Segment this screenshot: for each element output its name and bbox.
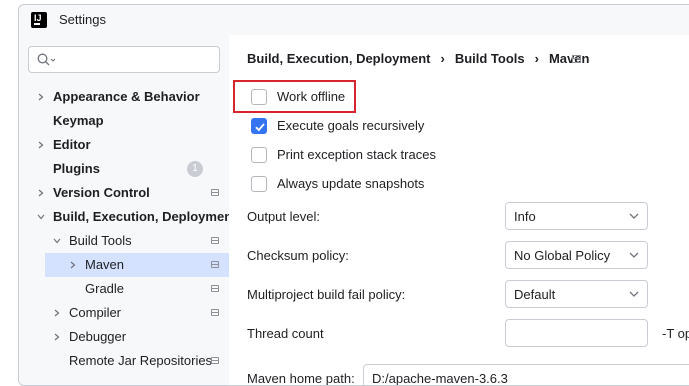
chevron-right-icon[interactable] [53, 333, 61, 341]
tree-item-keymap[interactable]: Keymap [19, 109, 229, 133]
project-level-icon [211, 309, 219, 316]
tree-item-remote-jar-repositories[interactable]: Remote Jar Repositories [19, 349, 229, 373]
tree-item-gradle[interactable]: Gradle [19, 277, 229, 301]
chevron-right-icon[interactable] [37, 93, 45, 101]
thread-count-label: Thread count [247, 326, 324, 341]
output-level-label: Output level: [247, 209, 320, 224]
checkbox-box[interactable] [251, 147, 267, 163]
tree-item-compiler[interactable]: Compiler [19, 301, 229, 325]
maven-settings-panel: Build, Execution, Deployment › Build Tools… [229, 35, 689, 385]
settings-window: IJ Settings Appearance & Behavior Keymap E… [18, 4, 689, 386]
maven-home-path-value: D:/apache-maven-3.6.3 [372, 371, 508, 386]
tree-item-label: Build, Execution, Deployment [53, 209, 237, 224]
checkbox-box[interactable] [251, 89, 267, 105]
project-level-icon [211, 261, 219, 268]
window-title: Settings [59, 12, 106, 27]
tree-item-appearance-behavior[interactable]: Appearance & Behavior [19, 85, 229, 109]
project-level-icon [572, 55, 581, 63]
tree-item-label: Appearance & Behavior [53, 89, 200, 104]
tree-item-label: Editor [53, 137, 91, 152]
search-icon [37, 53, 56, 66]
thread-count-input[interactable] [505, 319, 648, 347]
app-icon: IJ [31, 12, 47, 28]
checkbox-label: Execute goals recursively [277, 118, 425, 133]
project-level-icon [211, 357, 219, 364]
thread-count-hint: -T op [662, 326, 689, 341]
breadcrumb-item[interactable]: Build, Execution, Deployment [247, 51, 430, 66]
tree-item-plugins[interactable]: Plugins 1 [19, 157, 229, 181]
chevron-down-icon[interactable] [53, 237, 61, 245]
chevron-down-icon[interactable] [37, 213, 45, 221]
tree-item-label: Keymap [53, 113, 104, 128]
chevron-right-icon[interactable] [37, 189, 45, 197]
tree-item-label: Compiler [69, 305, 122, 320]
breadcrumb: Build, Execution, Deployment › Build Tools… [247, 51, 589, 66]
tree-item-label: Maven [85, 257, 125, 272]
tree-item-label: Build Tools [69, 233, 132, 248]
breadcrumb-separator: › [534, 51, 539, 66]
checkbox-box[interactable] [251, 176, 267, 192]
tree-item-label: Debugger [69, 329, 127, 344]
chevron-right-icon[interactable] [69, 261, 77, 269]
checksum-policy-dropdown[interactable]: No Global Policy [505, 241, 648, 269]
update-count-badge: 1 [187, 161, 203, 177]
checkbox-label: Print exception stack traces [277, 147, 436, 162]
chevron-down-icon [629, 291, 639, 297]
settings-search-input[interactable] [28, 46, 220, 73]
chevron-down-icon [629, 213, 639, 219]
dropdown-value: No Global Policy [514, 248, 611, 263]
maven-home-path-label: Maven home path: [247, 371, 355, 386]
tree-item-editor[interactable]: Editor [19, 133, 229, 157]
chevron-right-icon[interactable] [37, 141, 45, 149]
checkbox-label: Always update snapshots [277, 176, 425, 191]
breadcrumb-separator: › [440, 51, 445, 66]
multiproject-fail-policy-dropdown[interactable]: Default [505, 280, 648, 308]
tree-item-build-tools[interactable]: Build Tools [19, 229, 229, 253]
maven-home-path-field[interactable]: D:/apache-maven-3.6.3 [363, 364, 689, 386]
title-bar: IJ Settings [19, 5, 689, 35]
settings-tree: Appearance & Behavior Keymap Editor Plugins… [19, 85, 236, 373]
breadcrumb-item[interactable]: Build Tools [455, 51, 525, 66]
project-level-icon [211, 189, 219, 196]
checkbox-label: Work offline [277, 89, 346, 104]
breadcrumb-item: Maven [548, 51, 590, 66]
checksum-policy-label: Checksum policy: [247, 248, 349, 263]
tree-item-version-control[interactable]: Version Control [19, 181, 229, 205]
tree-item-debugger[interactable]: Debugger [19, 325, 229, 349]
project-level-icon [211, 285, 219, 292]
project-level-icon [211, 237, 219, 244]
tree-item-build-execution-deployment[interactable]: Build, Execution, Deployment [19, 205, 236, 229]
dropdown-value: Info [514, 209, 536, 224]
chevron-down-icon [629, 252, 639, 258]
tree-item-maven[interactable]: Maven [45, 253, 229, 277]
tree-item-label: Version Control [53, 185, 150, 200]
checkbox-box[interactable] [251, 118, 267, 134]
tree-item-label: Plugins [53, 161, 100, 176]
chevron-right-icon[interactable] [53, 309, 61, 317]
tree-item-label: Remote Jar Repositories [69, 353, 213, 368]
dropdown-value: Default [514, 287, 556, 302]
tree-item-label: Gradle [85, 281, 125, 296]
check-icon [255, 123, 265, 132]
output-level-dropdown[interactable]: Info [505, 202, 648, 230]
multiproject-fail-policy-label: Multiproject build fail policy: [247, 287, 406, 302]
